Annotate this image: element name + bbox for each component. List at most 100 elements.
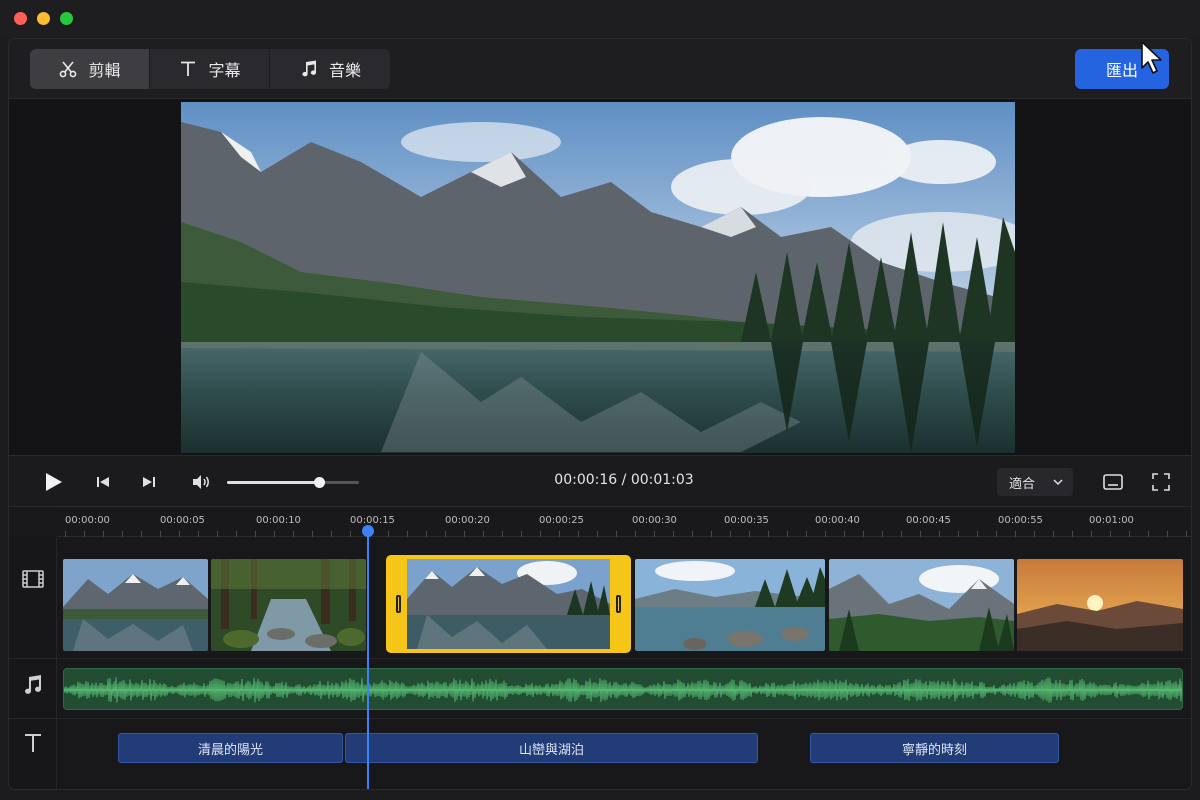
ruler-tick-mark bbox=[730, 531, 731, 537]
ruler-tick-label: 00:00:35 bbox=[724, 515, 769, 526]
clip-thumbnail bbox=[635, 559, 825, 651]
text-icon bbox=[181, 61, 196, 76]
playhead[interactable] bbox=[367, 530, 369, 789]
ruler-tick-mark bbox=[1015, 531, 1016, 537]
ruler-tick-mark bbox=[673, 531, 674, 537]
volume-knob[interactable] bbox=[314, 477, 326, 488]
mountain-lake-frame bbox=[181, 102, 1015, 453]
ruler-tick-mark bbox=[1034, 531, 1035, 537]
previous-frame-button[interactable] bbox=[91, 470, 115, 494]
ruler-tick-mark bbox=[483, 531, 484, 537]
ruler-tick-label: 00:00:55 bbox=[998, 515, 1043, 526]
trim-handle-right[interactable] bbox=[610, 559, 627, 649]
ruler-tick-mark bbox=[122, 531, 123, 537]
ruler-tick-mark bbox=[293, 531, 294, 537]
tab-edit[interactable]: 剪輯 bbox=[30, 49, 150, 89]
ruler-tick-mark bbox=[692, 531, 693, 537]
tab-subtitles[interactable]: 字幕 bbox=[150, 49, 270, 89]
subtitle-clip[interactable]: 山巒與湖泊 bbox=[345, 733, 758, 763]
ruler-tick-mark bbox=[825, 531, 826, 537]
next-frame-button[interactable] bbox=[137, 470, 161, 494]
video-clip-rocky-lake[interactable] bbox=[635, 559, 825, 651]
ruler-tick-label: 00:00:25 bbox=[539, 515, 584, 526]
volume-button[interactable] bbox=[189, 470, 213, 494]
ruler-tick-mark bbox=[502, 531, 503, 537]
subtitle-clip[interactable]: 寧靜的時刻 bbox=[810, 733, 1059, 763]
clip-thumbnail bbox=[829, 559, 1014, 651]
timecode: 00:00:16 / 00:01:03 bbox=[519, 472, 729, 488]
film-strip-icon bbox=[22, 570, 44, 588]
volume-slider[interactable] bbox=[227, 477, 359, 488]
ruler-tick-label: 00:00:05 bbox=[160, 515, 205, 526]
video-clip-mountain-valley[interactable] bbox=[829, 559, 1014, 651]
ruler-tick-mark bbox=[863, 531, 864, 537]
fullscreen-button[interactable] bbox=[1149, 470, 1173, 494]
clip-thumbnail bbox=[1017, 559, 1183, 651]
ruler-tick-mark bbox=[996, 531, 997, 537]
tab-music[interactable]: 音樂 bbox=[270, 49, 390, 89]
music-note-icon bbox=[302, 60, 316, 77]
ruler-tick-mark bbox=[901, 531, 902, 537]
tab-music-label: 音樂 bbox=[328, 61, 361, 80]
ruler-tick-mark bbox=[1129, 531, 1130, 537]
time-ruler[interactable]: 00:00:00 00:00:05 00:00:10 00:00:15 00:00:20… bbox=[57, 507, 1191, 537]
zoom-window-button[interactable] bbox=[60, 12, 73, 25]
window-titlebar bbox=[0, 0, 1200, 38]
text-icon bbox=[25, 734, 41, 752]
tab-edit-label: 剪輯 bbox=[88, 61, 121, 80]
ruler-tick-label: 00:01:00 bbox=[1089, 515, 1134, 526]
ruler-tick-mark bbox=[255, 531, 256, 537]
ruler-tick-mark bbox=[179, 531, 180, 537]
skip-forward-icon bbox=[143, 477, 155, 487]
ruler-tick-mark bbox=[749, 531, 750, 537]
ruler-tick-mark bbox=[274, 531, 275, 537]
video-clip-mountain-lake[interactable] bbox=[63, 559, 208, 651]
ruler-tick-mark bbox=[616, 531, 617, 537]
video-clip-forest-stream[interactable] bbox=[211, 559, 366, 651]
track-separator bbox=[9, 718, 1191, 719]
time-separator: / bbox=[621, 472, 627, 488]
video-editor-window: 剪輯 字幕 音樂 匯出 00:00:16 / 00:01:03 適合 00:00… bbox=[8, 38, 1192, 790]
clip-thumbnail bbox=[211, 559, 366, 651]
scissors-icon bbox=[60, 61, 77, 78]
ruler-tick-label: 00:00:40 bbox=[815, 515, 860, 526]
selected-video-clip[interactable] bbox=[386, 555, 631, 653]
ruler-tick-mark bbox=[540, 531, 541, 537]
trim-handle-left[interactable] bbox=[390, 559, 407, 649]
video-clip-sunset[interactable] bbox=[1017, 559, 1183, 651]
ruler-tick-mark bbox=[84, 531, 85, 537]
ruler-tick-mark bbox=[920, 531, 921, 537]
skip-back-icon bbox=[97, 477, 109, 487]
ruler-tick-mark bbox=[806, 531, 807, 537]
subtitle-clip[interactable]: 清晨的陽光 bbox=[118, 733, 343, 763]
speaker-icon bbox=[193, 475, 209, 489]
clip-thumbnail bbox=[407, 559, 610, 649]
ruler-tick-mark bbox=[787, 531, 788, 537]
audio-clip[interactable] bbox=[63, 668, 1183, 710]
playback-controls: 00:00:16 / 00:01:03 適合 bbox=[9, 455, 1191, 507]
ruler-tick-mark bbox=[939, 531, 940, 537]
ruler-tick-mark bbox=[141, 531, 142, 537]
ruler-tick-mark bbox=[844, 531, 845, 537]
playhead-handle[interactable] bbox=[362, 525, 374, 537]
ruler-tick-mark bbox=[977, 531, 978, 537]
ruler-tick-mark bbox=[958, 531, 959, 537]
ruler-tick-mark bbox=[160, 531, 161, 537]
video-preview[interactable] bbox=[181, 102, 1015, 453]
ruler-tick-mark bbox=[768, 531, 769, 537]
play-button[interactable] bbox=[41, 470, 65, 494]
minimize-window-button[interactable] bbox=[37, 12, 50, 25]
ruler-tick-mark bbox=[198, 531, 199, 537]
zoom-fit-select[interactable]: 適合 bbox=[997, 468, 1073, 496]
ruler-tick-mark bbox=[1072, 531, 1073, 537]
ruler-tick-mark bbox=[1148, 531, 1149, 537]
ruler-tick-mark bbox=[559, 531, 560, 537]
ruler-tick-mark bbox=[1053, 531, 1054, 537]
fit-label: 適合 bbox=[1009, 476, 1036, 492]
ruler-tick-mark bbox=[711, 531, 712, 537]
subtitle-toggle-button[interactable] bbox=[1101, 470, 1125, 494]
close-window-button[interactable] bbox=[14, 12, 27, 25]
play-icon bbox=[46, 473, 62, 491]
ruler-tick-label: 00:00:15 bbox=[350, 515, 395, 526]
ruler-tick-mark bbox=[350, 531, 351, 537]
